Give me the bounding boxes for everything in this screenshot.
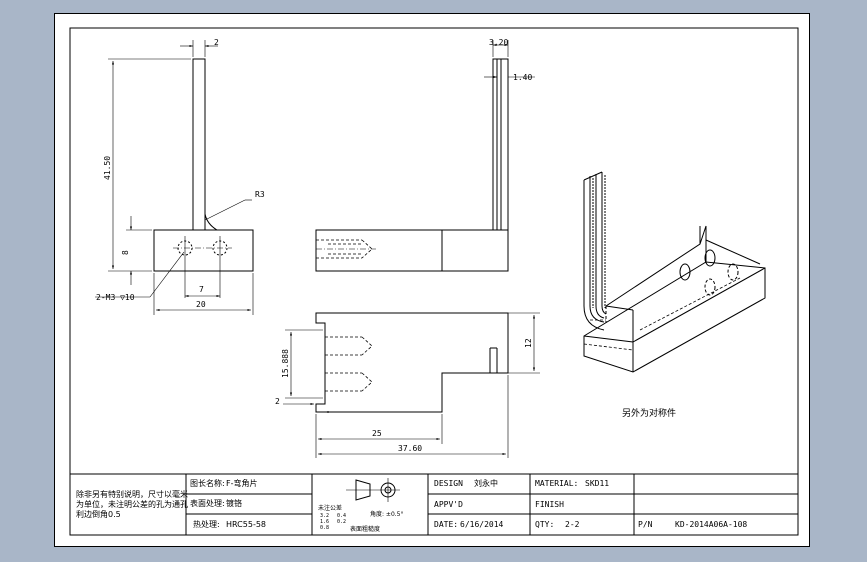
side-dim-outer-width: 3.20: [489, 38, 508, 47]
iso-note: 另外为对称件: [622, 407, 676, 419]
iso-view: [583, 171, 766, 373]
roughness-v3: 0.8: [320, 525, 329, 531]
design-value: 刘永中: [474, 478, 498, 488]
front-tab: [192, 58, 206, 231]
qty-value: 2-2: [565, 520, 580, 529]
heat-label: 热处理:: [193, 519, 220, 529]
design-label: DESIGN: [434, 479, 463, 488]
front-dim-height: 41.50: [103, 156, 112, 180]
side-dim-slot: 1.40: [513, 73, 532, 82]
top-dim-offset: 2: [275, 397, 280, 406]
front-view: [95, 40, 254, 315]
top-dim-length-total: 37.60: [398, 444, 422, 453]
finish-label: FINISH: [535, 500, 564, 509]
front-dim-base-height: 8: [121, 250, 130, 255]
front-radius-label: R3: [255, 190, 265, 199]
tech-note-line-3: 利边倒角0.5: [76, 509, 121, 519]
front-dim-thickness: 2: [214, 38, 219, 47]
surface-roughness-label: 表面粗糙度: [350, 525, 380, 533]
qty-label: QTY:: [535, 520, 554, 529]
top-dim-length-inner: 25: [372, 429, 382, 438]
surface-value: 镀铬: [226, 498, 242, 508]
inner-frame: [69, 27, 799, 536]
pn-value: KD-2014A06A-108: [675, 520, 747, 529]
top-view: [283, 312, 540, 458]
front-dim-width: 20: [196, 300, 206, 309]
side-base: [315, 229, 509, 272]
top-dim-hole-pitch: 15.888: [281, 349, 290, 378]
front-hole-callout: 2-M3 ▽10: [96, 293, 135, 302]
surface-label: 表面处理:: [190, 498, 225, 508]
material-label: MATERIAL:: [535, 479, 578, 488]
heat-value: HRC55-58: [226, 520, 266, 529]
approved-label: APPV'D: [434, 500, 463, 509]
front-fillet: [204, 213, 218, 231]
front-base: [153, 229, 254, 272]
drawing-canvas: 2 41.50 R3 8 2-M3 ▽10 7 20 3.20 1.40 12 …: [69, 27, 799, 536]
tech-note-line-1: 除非另有特别说明，尺寸以毫米: [76, 489, 188, 499]
top-outline: [315, 312, 509, 413]
roughness-v5: 0.2: [337, 519, 346, 525]
tech-note-line-2: 为单位，未注明公差的孔为通孔: [76, 499, 188, 509]
top-dim-depth: 12: [524, 338, 533, 348]
material-value: SKD11: [585, 479, 609, 488]
front-dim-hole-spacing: 7: [199, 285, 204, 294]
pn-label: P/N: [638, 520, 653, 529]
side-view: [315, 40, 535, 272]
part-name: F-弯角片: [226, 478, 258, 488]
roughness-label: 未注公差: [318, 504, 342, 512]
part-name-label: 图长名称:: [190, 478, 225, 488]
angle-tolerance: 角度: ±0.5°: [370, 510, 404, 518]
date-value: 6/16/2014: [460, 520, 504, 529]
date-label: DATE:: [434, 520, 458, 529]
